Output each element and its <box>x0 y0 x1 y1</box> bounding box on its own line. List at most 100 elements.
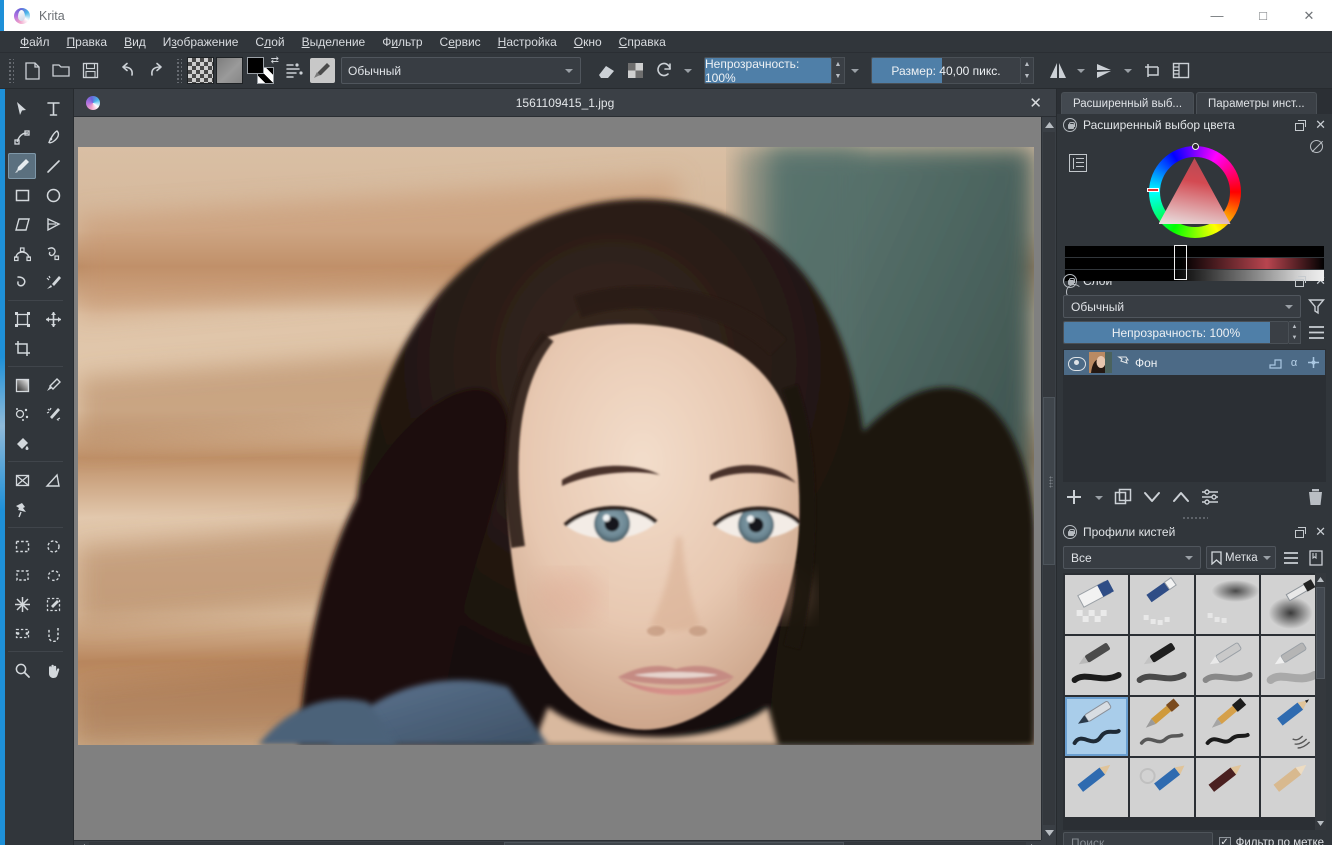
colorize-mask-tool-icon[interactable] <box>8 401 36 427</box>
preset-scroll-up-icon[interactable] <box>1316 573 1325 586</box>
search-input[interactable]: Поиск <box>1063 832 1213 845</box>
canvas-vertical-scrollbar[interactable] <box>1041 117 1056 840</box>
mirror-vertical-icon[interactable] <box>1091 57 1118 84</box>
polygonal-selection-tool-icon[interactable] <box>8 562 36 588</box>
layers-menu-icon[interactable] <box>1306 322 1326 344</box>
brush-preset-cell[interactable] <box>1195 697 1259 756</box>
menu-filter[interactable]: Фильтр <box>374 33 430 51</box>
layers-lock-icon[interactable] <box>1063 274 1077 288</box>
canvas-area[interactable] <box>74 117 1056 845</box>
preset-options-chevron-icon[interactable] <box>684 68 692 73</box>
reference-images-tool-icon[interactable] <box>8 496 36 522</box>
brush-preset-cell[interactable] <box>1130 758 1194 817</box>
layer-blending-mode-combo[interactable]: Обычный <box>1063 295 1301 318</box>
opacity-control[interactable]: Непрозрачность: 100% ▲ ▼ <box>704 57 845 84</box>
brush-size-control[interactable]: Размер: 40,00 пикс. ▲ ▼ <box>871 57 1034 84</box>
menu-tools[interactable]: Сервис <box>432 33 489 51</box>
layer-inherit-alpha-icon[interactable] <box>1267 355 1283 371</box>
layer-opacity-spinner[interactable]: ▲ ▼ <box>1289 321 1301 344</box>
presets-tag-combo[interactable]: Метка <box>1206 546 1276 569</box>
undo-icon[interactable] <box>114 57 141 84</box>
layer-visibility-icon[interactable] <box>1068 356 1086 371</box>
maximize-button[interactable]: □ <box>1240 0 1286 31</box>
multibrush-tool-icon[interactable] <box>39 269 67 295</box>
brush-preset-cell[interactable] <box>1130 697 1194 756</box>
filter-by-tag-toggle[interactable]: ✓ Фильтр по метке <box>1218 836 1326 845</box>
brush-preset-cell[interactable] <box>1065 697 1129 756</box>
presets-filter-combo[interactable]: Все <box>1063 546 1201 569</box>
menu-select[interactable]: Выделение <box>294 33 374 51</box>
wrap-around-icon[interactable] <box>1138 57 1165 84</box>
shade-bar-2[interactable] <box>1065 258 1324 269</box>
angle-measure-tool-icon[interactable] <box>39 467 67 493</box>
menu-help[interactable]: Справка <box>611 33 674 51</box>
bezier-selection-tool-icon[interactable] <box>8 620 36 646</box>
freehand-path-tool-icon[interactable] <box>39 240 67 266</box>
hscroll-right-icon[interactable] <box>1026 841 1041 845</box>
document-tab[interactable]: 1561109415_1.jpg ✕ <box>74 89 1056 117</box>
brush-preset-cell[interactable] <box>1195 636 1259 695</box>
gradient-tool-icon[interactable] <box>8 372 36 398</box>
brush-preset-cell[interactable] <box>1065 758 1129 817</box>
new-document-icon[interactable] <box>19 57 46 84</box>
layer-move-lock-icon[interactable] <box>1305 355 1321 371</box>
shade-bar-1[interactable] <box>1065 246 1324 257</box>
duplicate-layer-icon[interactable] <box>1114 488 1132 509</box>
alpha-toggle-icon[interactable] <box>622 57 649 84</box>
toolbar-grip-2[interactable] <box>175 58 182 83</box>
opacity-spinner[interactable]: ▲ ▼ <box>832 57 845 84</box>
menu-window[interactable]: Окно <box>566 33 610 51</box>
acs-body[interactable] <box>1057 136 1332 300</box>
layers-float-icon[interactable] <box>1295 276 1307 287</box>
layer-alpha-lock-icon[interactable]: α <box>1286 355 1302 371</box>
color-sampler-tool-icon[interactable] <box>39 372 67 398</box>
redo-icon[interactable] <box>143 57 170 84</box>
rectangular-selection-tool-icon[interactable] <box>8 533 36 559</box>
crop-tool-icon[interactable] <box>8 335 36 361</box>
canvas-horizontal-scrollbar[interactable] <box>74 840 1041 845</box>
layer-opacity-slider[interactable]: Непрозрачность: 100% <box>1063 321 1289 344</box>
canvas-viewport[interactable] <box>74 117 1041 840</box>
freehand-brush-tool-icon[interactable] <box>8 153 36 179</box>
brush-size-slider[interactable]: Размер: 40,00 пикс. <box>871 57 1021 84</box>
menu-settings[interactable]: Настройка <box>490 33 565 51</box>
layer-opacity-control[interactable]: Непрозрачность: 100% ▲ ▼ <box>1063 321 1301 344</box>
freehand-selection-tool-icon[interactable] <box>39 562 67 588</box>
mirror-h-options-chevron-icon[interactable] <box>1077 68 1085 73</box>
show-assistants-icon[interactable] <box>1167 57 1194 84</box>
menu-file[interactable]: Файл <box>12 33 58 51</box>
polyline-tool-icon[interactable] <box>39 211 67 237</box>
foreground-background-color[interactable]: ⇄ <box>247 55 279 85</box>
shade-marker[interactable] <box>1191 143 1199 150</box>
zoom-tool-icon[interactable] <box>8 657 36 683</box>
minimize-button[interactable]: — <box>1194 0 1240 31</box>
layer-list[interactable]: Фон α <box>1063 349 1326 482</box>
vscroll-down-icon[interactable] <box>1042 825 1056 840</box>
presets-storage-icon[interactable] <box>1306 547 1326 569</box>
blending-mode-combo[interactable]: Обычный <box>341 57 581 84</box>
vscroll-thumb[interactable] <box>1043 397 1055 565</box>
preset-scroll-thumb[interactable] <box>1316 587 1325 679</box>
color-shade-bars[interactable] <box>1065 245 1324 282</box>
brush-preset-cell[interactable] <box>1195 575 1259 634</box>
elliptical-selection-tool-icon[interactable] <box>39 533 67 559</box>
line-tool-icon[interactable] <box>39 153 67 179</box>
presets-float-icon[interactable] <box>1295 527 1307 538</box>
rectangle-tool-icon[interactable] <box>8 182 36 208</box>
mirror-horizontal-icon[interactable] <box>1044 57 1071 84</box>
color-wheel[interactable] <box>1146 143 1241 238</box>
brush-preset-cell[interactable] <box>1195 758 1259 817</box>
calligraphy-tool-icon[interactable] <box>39 124 67 150</box>
brush-preset-cell[interactable] <box>1065 575 1129 634</box>
docker-splitter-2[interactable] <box>1057 514 1332 521</box>
no-color-icon[interactable] <box>1310 140 1323 153</box>
swap-colors-icon[interactable]: ⇄ <box>271 55 279 66</box>
move-layer-up-icon[interactable] <box>1172 490 1190 507</box>
close-button[interactable]: ✕ <box>1286 0 1332 31</box>
tab-tool-options[interactable]: Параметры инст... <box>1196 92 1317 114</box>
ellipse-tool-icon[interactable] <box>39 182 67 208</box>
toolbar-grip[interactable] <box>7 58 14 83</box>
move-layer-down-icon[interactable] <box>1143 490 1161 507</box>
open-document-icon[interactable] <box>48 57 75 84</box>
fill-tool-icon[interactable] <box>8 430 36 456</box>
